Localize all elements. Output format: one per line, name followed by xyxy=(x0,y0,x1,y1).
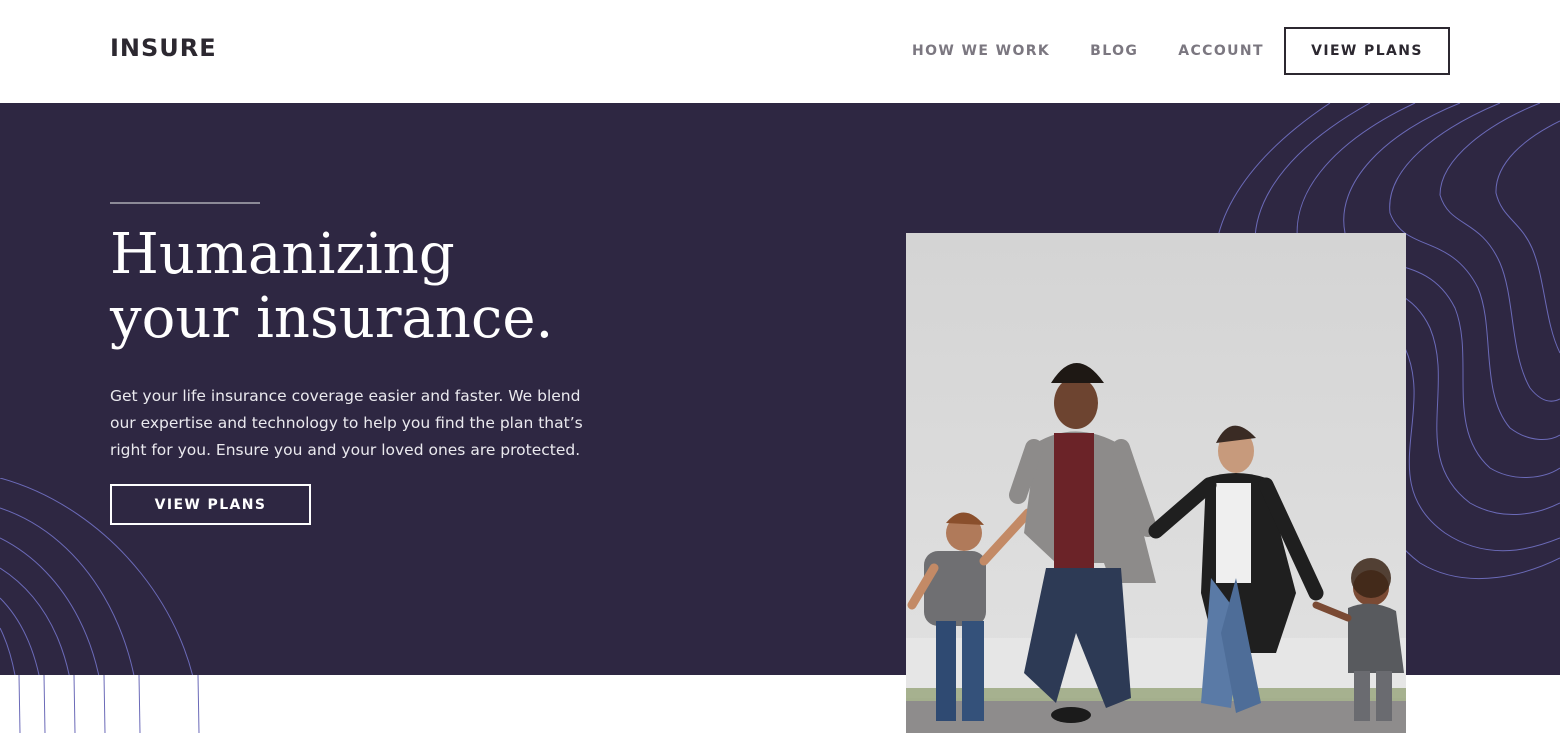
site-header: INSURE HOW WE WORK BLOG ACCOUNT VIEW PLA… xyxy=(0,0,1560,103)
nav-link-account[interactable]: ACCOUNT xyxy=(1178,43,1264,59)
hero-divider xyxy=(110,202,260,204)
header-view-plans-button[interactable]: VIEW PLANS xyxy=(1284,27,1450,75)
main-nav: HOW WE WORK BLOG ACCOUNT VIEW PLANS xyxy=(912,27,1450,75)
page: INSURE HOW WE WORK BLOG ACCOUNT VIEW PLA… xyxy=(0,0,1560,733)
hero-description: Get your life insurance coverage easier … xyxy=(110,387,583,459)
nav-link-how-we-work[interactable]: HOW WE WORK xyxy=(912,43,1050,59)
nav-link-blog[interactable]: BLOG xyxy=(1090,43,1138,59)
hero-view-plans-button[interactable]: VIEW PLANS xyxy=(110,484,311,525)
hero-title-line-1: Humanizing xyxy=(110,222,455,287)
hero-title-line-2: your insurance. xyxy=(110,286,554,351)
hero-title: Humanizing your insurance. xyxy=(110,223,710,351)
arc-pattern-left-lower xyxy=(18,675,200,733)
family-photo xyxy=(906,233,1406,733)
logo[interactable]: INSURE xyxy=(110,34,217,62)
